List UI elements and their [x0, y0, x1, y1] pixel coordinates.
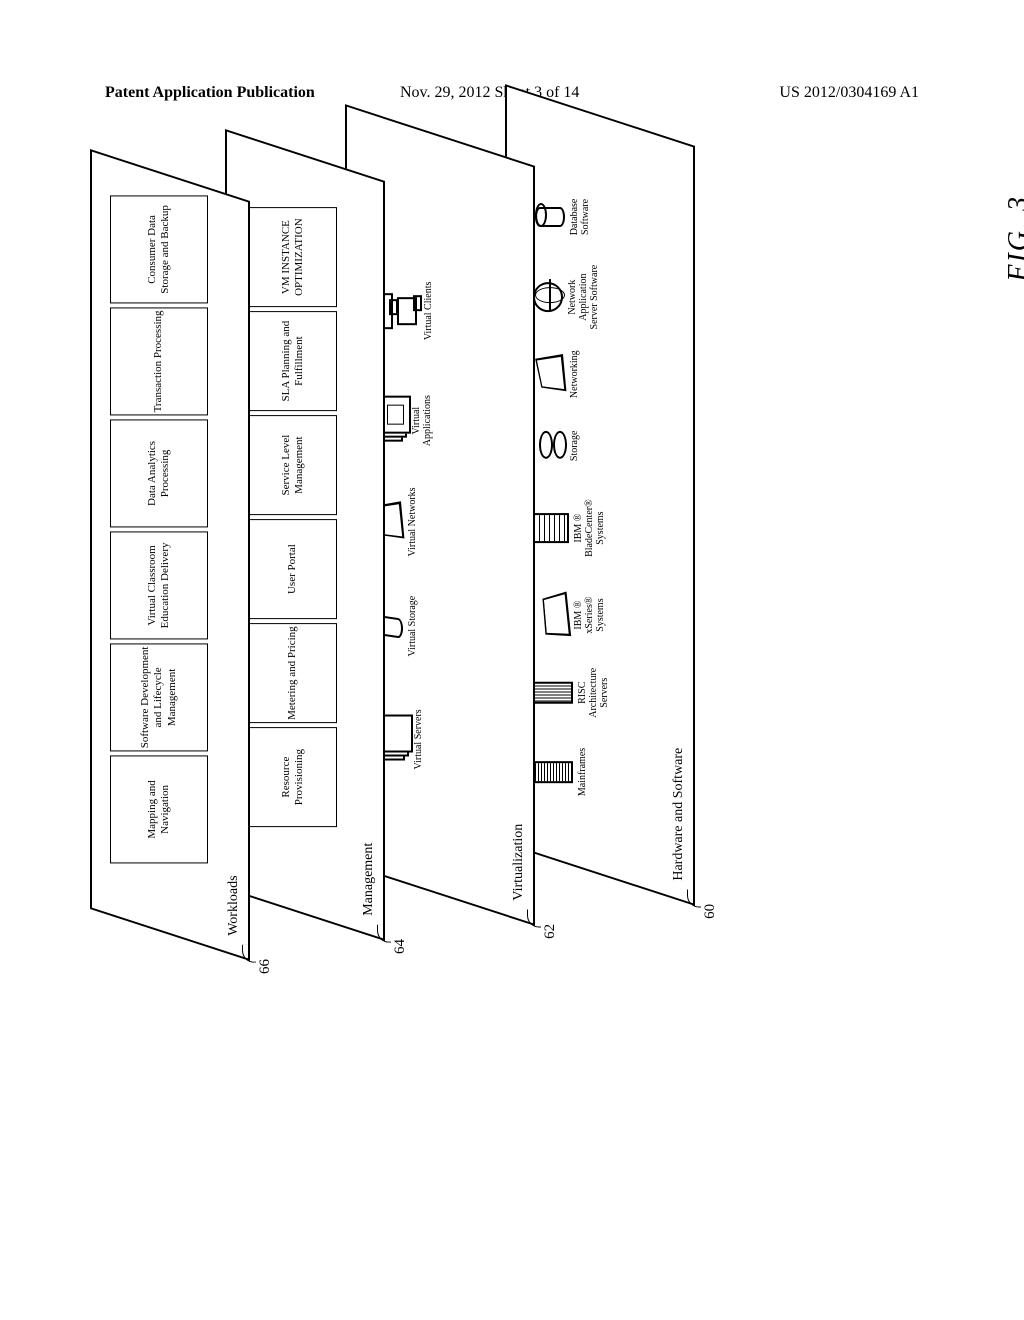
bladecenter-icon — [533, 513, 569, 543]
ref-lead-64 — [377, 925, 391, 943]
mgmt-label-2: User Portal — [286, 544, 299, 594]
layer-title-management: Management — [361, 843, 377, 916]
hw-label-3: IBM ® BladeCenter® Systems — [573, 489, 606, 567]
virt-label-1: Virtual Storage — [407, 596, 418, 657]
hw-label-2: IBM ® xSeries® Systems — [573, 582, 606, 648]
networking-icon — [535, 354, 566, 391]
work-transaction: Transaction Processing — [110, 307, 208, 415]
work-analytics: Data Analytics Processing — [110, 419, 208, 527]
hw-bladecenter: IBM ® BladeCenter® Systems — [533, 489, 606, 567]
work-sdlc: Software Development and Lifecycle Manag… — [110, 643, 208, 751]
ref-66: 66 — [257, 959, 274, 974]
hw-label-5: Networking — [569, 341, 580, 407]
mgmt-label-0: Resource Provisioning — [280, 730, 306, 824]
work-label-2: Virtual Classroom Education Delivery — [146, 534, 172, 636]
work-mapping: Mapping and Navigation — [110, 755, 208, 863]
work-label-5: Consumer Data Storage and Backup — [146, 198, 172, 300]
virt-label-4: Virtual Clients — [423, 282, 434, 341]
hw-label-1: RISC Architecture Servers — [577, 660, 610, 726]
hw-networking: Networking — [535, 341, 580, 407]
hw-label-7: Database Software — [569, 187, 591, 247]
virt-label-2: Virtual Networks — [407, 487, 418, 556]
ref-lead-62 — [527, 910, 541, 928]
mgmt-label-5: VM INSTANCE OPTIMIZATION — [280, 210, 306, 304]
mgmt-label-4: SLA Planning and Fulfillment — [280, 314, 306, 408]
work-label-1: Software Development and Lifecycle Manag… — [139, 646, 179, 748]
hw-storage: Storage — [539, 420, 580, 472]
mainframe-icon — [533, 761, 573, 783]
layer-title-virtualization: Virtualization — [511, 824, 527, 901]
ref-lead-60 — [687, 890, 701, 908]
mgmt-label-3: Service Level Management — [280, 418, 306, 512]
database-icon — [535, 207, 565, 227]
xseries-icon — [542, 592, 571, 637]
storage-icon — [539, 431, 565, 461]
mgmt-sla-planning: SLA Planning and Fulfillment — [249, 311, 337, 411]
globe-icon — [533, 282, 563, 312]
work-label-4: Transaction Processing — [152, 310, 165, 412]
work-row: Mapping and Navigation Software Developm… — [110, 195, 208, 863]
hw-nas: Network Application Server Software — [533, 262, 600, 332]
hw-db: Database Software — [535, 187, 591, 247]
mgmt-vm-instance-opt: VM INSTANCE OPTIMIZATION — [249, 207, 337, 307]
header-right: US 2012/0304169 A1 — [779, 84, 919, 102]
work-label-0: Mapping and Navigation — [146, 758, 172, 860]
virtual-clients-icon-2 — [397, 297, 417, 325]
hw-label-6: Network Application Server Software — [567, 262, 600, 332]
mgmt-service-level: Service Level Management — [249, 415, 337, 515]
hw-mainframes: Mainframes — [533, 748, 588, 796]
figure-label: FIG. 3 — [1003, 195, 1024, 282]
header-left: Patent Application Publication — [105, 84, 315, 102]
virt-label-0: Virtual Servers — [413, 709, 424, 769]
virt-label-3: Virtual Applications — [411, 385, 433, 457]
work-classroom: Virtual Classroom Education Delivery — [110, 531, 208, 639]
work-consumer-storage: Consumer Data Storage and Backup — [110, 195, 208, 303]
hw-xseries: IBM ® xSeries® Systems — [539, 582, 606, 648]
risc-server-icon — [533, 682, 573, 704]
mgmt-row: Resource Provisioning Metering and Prici… — [249, 207, 337, 827]
ref-60: 60 — [702, 904, 719, 919]
work-label-3: Data Analytics Processing — [146, 422, 172, 524]
hw-label-4: Storage — [569, 420, 580, 472]
mgmt-resource-provisioning: Resource Provisioning — [249, 727, 337, 827]
layer-title-workloads: Workloads — [226, 875, 242, 935]
ref-lead-66 — [242, 945, 256, 963]
hw-risc: RISC Architecture Servers — [533, 660, 610, 726]
ref-62: 62 — [542, 924, 559, 939]
layer-title-hardware: Hardware and Software — [671, 748, 687, 881]
figure-3: Hardware and Software 60 Mainframes RISC… — [125, 275, 965, 965]
layer-workloads: Workloads 66 Mapping and Navigation Soft… — [90, 149, 250, 961]
mgmt-user-portal: User Portal — [249, 519, 337, 619]
mgmt-metering: Metering and Pricing — [249, 623, 337, 723]
ref-64: 64 — [392, 939, 409, 954]
hw-label-0: Mainframes — [577, 748, 588, 796]
mgmt-label-1: Metering and Pricing — [286, 626, 299, 719]
